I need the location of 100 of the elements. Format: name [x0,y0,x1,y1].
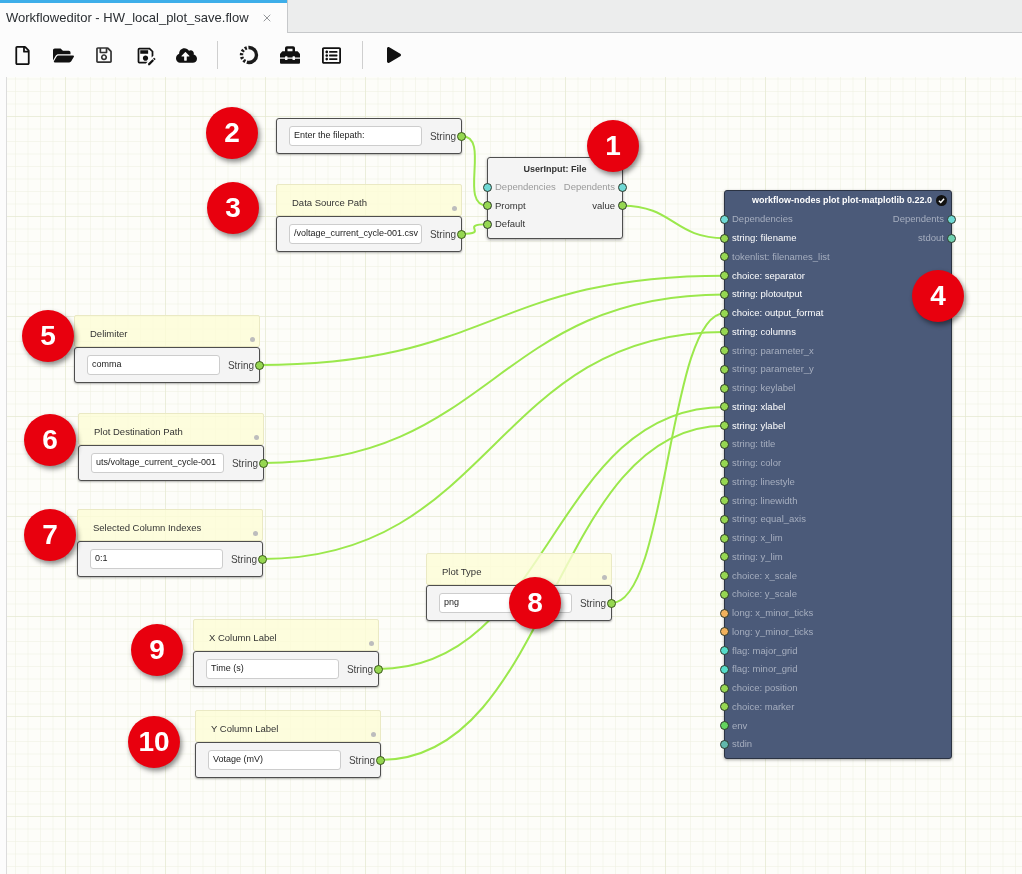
input-port-icon[interactable] [720,721,729,731]
input-port-icon[interactable] [720,683,729,693]
output-port-icon[interactable] [947,233,956,243]
port-label: flag: major_grid [732,643,798,658]
input-port-icon[interactable] [720,608,729,618]
resize-handle-icon[interactable] [452,206,457,211]
port-label: flag: minor_grid [732,662,798,677]
text-field[interactable]: 0:1 [90,549,223,569]
input-port-icon[interactable] [720,421,729,431]
port-label: long: x_minor_ticks [732,606,814,620]
comment-text: Data Source Path [292,197,367,208]
port-label: String [429,129,456,144]
loading-ring-icon [239,45,259,65]
port-label: choice: output_format [732,306,824,320]
input-port-icon[interactable] [720,496,729,506]
output-port-icon[interactable] [255,360,264,370]
port-label: Dependents [892,212,944,227]
input-port-icon[interactable] [720,271,729,281]
port-label: choice: separator [732,268,805,283]
output-port-icon[interactable] [376,755,385,765]
node-title: workflow-nodes plot plot-matplotlib 0.22.0 [752,193,932,207]
resize-handle-icon[interactable] [371,732,376,737]
port-label: string: columns [732,324,796,339]
port-label: string: x_lim [732,531,783,545]
comment-text: Selected Column Indexes [93,522,202,533]
port-label: String [579,596,606,611]
comment-text: Y Column Label [211,723,279,734]
text-field[interactable]: Enter the filepath: [289,126,422,146]
input-port-icon[interactable] [720,552,729,562]
resize-handle-icon[interactable] [250,337,255,342]
port-label: tokenlist: filenames_list [732,249,830,264]
resize-handle-icon[interactable] [369,641,374,646]
input-port-icon[interactable] [720,458,729,468]
port-label: Default [495,217,526,232]
port-label: choice: y_scale [732,587,797,602]
port-label: String [429,227,456,242]
output-port-icon[interactable] [618,201,627,211]
port-label: string: equal_axis [732,512,806,527]
output-port-icon[interactable] [947,214,956,224]
text-field[interactable]: uts/voltage_current_cycle-001 [91,453,224,473]
input-port-icon[interactable] [720,252,729,262]
input-port-icon[interactable] [720,589,729,599]
input-port-icon[interactable] [720,477,729,487]
port-label: string: linestyle [732,474,795,489]
port-label: value [592,198,615,213]
port-label: string: plotoutput [732,287,803,302]
input-port-icon[interactable] [720,327,729,337]
flow-canvas[interactable] [6,77,1022,874]
input-port-icon[interactable] [720,646,729,656]
output-port-icon[interactable] [607,598,616,608]
input-port-icon[interactable] [720,233,729,243]
port-label: String [230,552,257,567]
input-port-icon[interactable] [720,289,729,299]
input-port-icon[interactable] [720,439,729,449]
comment-text: X Column Label [209,632,277,643]
input-port-icon[interactable] [483,182,492,192]
text-field[interactable]: Votage (mV) [208,750,341,770]
port-label: string: parameter_x [732,343,814,358]
resize-handle-icon[interactable] [254,435,259,440]
port-label: stdin [732,737,753,752]
input-port-icon[interactable] [720,346,729,356]
comment-text: Plot Destination Path [94,426,183,437]
input-port-icon[interactable] [483,219,492,229]
output-port-icon[interactable] [258,554,267,564]
port-label: String [346,662,373,677]
input-port-icon[interactable] [720,214,729,224]
input-port-icon[interactable] [720,402,729,412]
port-label: choice: marker [732,699,795,714]
text-field[interactable]: /voltage_current_cycle-001.csv [289,224,422,244]
output-port-icon[interactable] [618,182,627,192]
port-label: string: color [732,456,782,470]
input-port-icon[interactable] [720,514,729,524]
input-port-icon[interactable] [720,664,729,674]
output-port-icon[interactable] [374,664,383,674]
output-port-icon[interactable] [457,229,466,239]
input-port-icon[interactable] [720,702,729,712]
input-port-icon[interactable] [720,308,729,318]
resize-handle-icon[interactable] [253,531,258,536]
input-port-icon[interactable] [483,201,492,211]
port-label: choice: x_scale [732,568,797,583]
port-label: long: y_minor_ticks [732,624,814,639]
resize-handle-icon[interactable] [602,575,607,580]
port-label: String [231,456,258,471]
input-port-icon[interactable] [720,739,729,749]
output-port-icon[interactable] [457,131,466,141]
input-port-icon[interactable] [720,571,729,581]
input-port-icon[interactable] [720,533,729,543]
text-field[interactable]: Time (s) [206,659,339,679]
input-port-icon[interactable] [720,627,729,637]
port-label: string: filename [732,231,797,245]
play-icon [386,47,402,63]
text-field[interactable]: comma [87,355,220,375]
input-port-icon[interactable] [720,364,729,374]
output-port-icon[interactable] [259,458,268,468]
input-port-icon[interactable] [720,383,729,393]
port-label: string: title [732,437,776,452]
port-label: env [732,718,748,733]
port-label: string: linewidth [732,493,798,508]
check-icon [936,195,947,206]
port-label: choice: position [732,681,798,695]
